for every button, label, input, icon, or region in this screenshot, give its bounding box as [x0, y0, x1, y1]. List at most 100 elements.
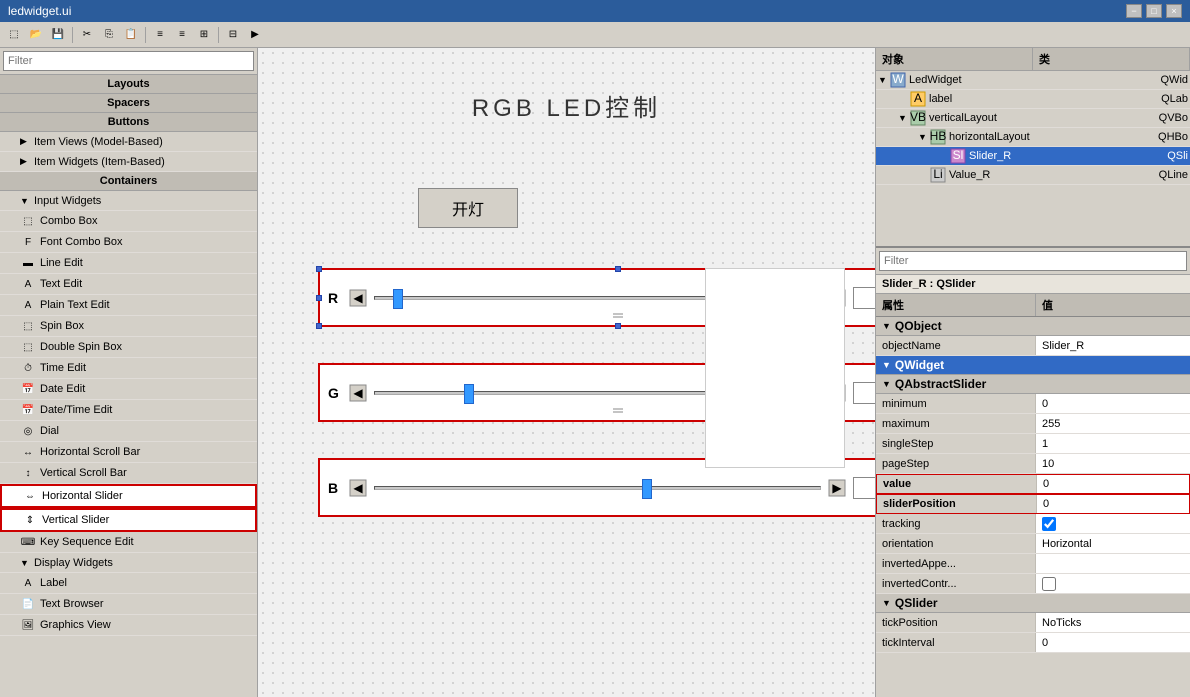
sidebar-item-font-combo-box[interactable]: F Font Combo Box — [0, 232, 257, 253]
g-slider-handle[interactable] — [464, 384, 474, 404]
g-scroll-left-icon[interactable]: ◀ — [348, 383, 368, 403]
toolbar-copy[interactable]: ⎘ — [99, 25, 119, 45]
toolbar-new[interactable]: ⬚ — [4, 25, 24, 45]
g-resize-bottom[interactable] — [611, 404, 625, 418]
tickposition-value[interactable]: NoTicks — [1036, 613, 1190, 632]
toolbar-grid[interactable]: ⊟ — [223, 25, 243, 45]
inverted-appear-value[interactable] — [1036, 554, 1190, 573]
sidebar-item-graphics-view[interactable]: 🖼 Graphics View — [0, 615, 257, 636]
toolbar-preview[interactable]: ▶ — [245, 25, 265, 45]
category-item-views[interactable]: ▶ Item Views (Model-Based) — [0, 132, 257, 152]
tracking-checkbox[interactable] — [1042, 517, 1056, 531]
orientation-value[interactable]: Horizontal — [1036, 534, 1190, 553]
sidebar-item-double-spin-box[interactable]: ⬚ Double Spin Box — [0, 337, 257, 358]
tracking-value[interactable] — [1036, 514, 1190, 533]
prop-section-qwidget[interactable]: ▼ QWidget — [876, 356, 1190, 375]
b-slider-row: B ◀ ▶ — [320, 460, 875, 515]
toolbar-cut[interactable]: ✂ — [77, 25, 97, 45]
handle-bc[interactable] — [615, 323, 621, 329]
sidebar-item-datetime-edit[interactable]: 📅 Date/Time Edit — [0, 400, 257, 421]
objectname-value[interactable]: Slider_R — [1036, 336, 1190, 355]
toolbar-align-left[interactable]: ≡ — [150, 25, 170, 45]
sidebar-item-hslider[interactable]: ⇔ Horizontal Slider — [0, 484, 257, 508]
b-value-input[interactable] — [853, 477, 875, 499]
category-layouts[interactable]: Layouts — [0, 75, 257, 94]
sidebar-item-text-browser[interactable]: 📄 Text Browser — [0, 594, 257, 615]
b-scroll-right-icon[interactable]: ▶ — [827, 478, 847, 498]
tree-item-vlayout[interactable]: ▼ VB verticalLayout QVBo — [876, 109, 1190, 128]
prop-row-value: value 0 — [876, 474, 1190, 494]
handle-tl[interactable] — [316, 266, 322, 272]
handle-bl[interactable] — [316, 323, 322, 329]
maximum-value[interactable]: 255 — [1036, 414, 1190, 433]
canvas-button[interactable]: 开灯 — [418, 188, 518, 228]
maximize-button[interactable]: □ — [1146, 4, 1162, 18]
g-value-input[interactable] — [853, 382, 875, 404]
r-resize-bottom[interactable] — [611, 309, 625, 323]
sidebar-item-plain-text-edit[interactable]: A Plain Text Edit — [0, 295, 257, 316]
b-slider-handle[interactable] — [642, 479, 652, 499]
sidebar-item-line-edit[interactable]: ▬ Line Edit — [0, 253, 257, 274]
expand-vlayout-icon[interactable]: ▼ — [898, 113, 910, 123]
toolbar-save[interactable]: 💾 — [48, 25, 68, 45]
singlestep-value[interactable]: 1 — [1036, 434, 1190, 453]
sidebar-item-vslider[interactable]: ⇕ Vertical Slider — [0, 508, 257, 532]
design-canvas[interactable]: RGB LED控制 开灯 R ◀ ▶ — [258, 48, 875, 697]
expand-hlayout-icon[interactable]: ▼ — [918, 132, 930, 142]
tree-item-value-r[interactable]: Li Value_R QLine — [876, 166, 1190, 185]
tree-item-hlayout[interactable]: ▼ HB horizontalLayout QHBo — [876, 128, 1190, 147]
widget-filter-input[interactable] — [3, 51, 254, 71]
category-input-widgets[interactable]: ▼ Input Widgets — [0, 191, 257, 211]
sidebar-item-key-seq[interactable]: ⌨ Key Sequence Edit — [0, 532, 257, 553]
sidebar-item-vscroll[interactable]: ↕ Vertical Scroll Bar — [0, 463, 257, 484]
sidebar-item-text-edit[interactable]: A Text Edit — [0, 274, 257, 295]
prop-section-qabstractslider[interactable]: ▼ QAbstractSlider — [876, 375, 1190, 394]
prop-filter-input[interactable] — [879, 251, 1187, 271]
r-slider-handle[interactable] — [393, 289, 403, 309]
toolbar-align-right[interactable]: ⊞ — [194, 25, 214, 45]
toolbar-paste[interactable]: 📋 — [121, 25, 141, 45]
sidebar-item-spin-box[interactable]: ⬚ Spin Box — [0, 316, 257, 337]
qobject-section-label: QObject — [895, 319, 942, 333]
sidebar-item-hscroll[interactable]: ↔ Horizontal Scroll Bar — [0, 442, 257, 463]
sidebar-item-combo-box[interactable]: ⬚ Combo Box — [0, 211, 257, 232]
sidebar-item-date-edit[interactable]: 📅 Date Edit — [0, 379, 257, 400]
prop-section-qslider[interactable]: ▼ QSlider — [876, 594, 1190, 613]
category-spacers[interactable]: Spacers — [0, 94, 257, 113]
minimize-button[interactable]: − — [1126, 4, 1142, 18]
category-item-widgets[interactable]: ▶ Item Widgets (Item-Based) — [0, 152, 257, 172]
tree-item-ledwidget[interactable]: ▼ W LedWidget QWid — [876, 71, 1190, 90]
b-scroll-left-icon[interactable]: ◀ — [348, 478, 368, 498]
r-scroll-left-icon[interactable]: ◀ — [348, 288, 368, 308]
expand-input-widgets-icon: ▼ — [20, 196, 32, 206]
sliderposition-value[interactable]: 0 — [1037, 495, 1189, 513]
b-slider-track[interactable] — [374, 486, 821, 490]
prop-section-qobject[interactable]: ▼ QObject — [876, 317, 1190, 336]
toolbar-open[interactable]: 📂 — [26, 25, 46, 45]
prop-row-tickposition: tickPosition NoTicks — [876, 613, 1190, 633]
qabstractslider-expand-icon: ▼ — [882, 379, 891, 389]
inverted-contr-value[interactable] — [1036, 574, 1190, 593]
value-prop-value[interactable]: 0 — [1037, 475, 1189, 493]
sidebar-item-time-edit[interactable]: ⏱ Time Edit — [0, 358, 257, 379]
expand-ledwidget-icon[interactable]: ▼ — [878, 75, 890, 85]
handle-tc[interactable] — [615, 266, 621, 272]
tree-item-label[interactable]: A label QLab — [876, 90, 1190, 109]
category-buttons[interactable]: Buttons — [0, 113, 257, 132]
tree-item-slider-r[interactable]: Sl Slider_R QSli — [876, 147, 1190, 166]
sidebar-item-label[interactable]: A Label — [0, 573, 257, 594]
r-value-input[interactable] — [853, 287, 875, 309]
vscroll-label: Vertical Scroll Bar — [40, 467, 127, 479]
category-display-widgets[interactable]: ▼ Display Widgets — [0, 553, 257, 573]
pagestep-value[interactable]: 10 — [1036, 454, 1190, 473]
toolbar-align-center[interactable]: ≡ — [172, 25, 192, 45]
inverted-contr-checkbox[interactable] — [1042, 577, 1056, 591]
handle-ml[interactable] — [316, 295, 322, 301]
prop-col-headers: 属性 值 — [876, 294, 1190, 317]
expand-display-widgets-icon: ▼ — [20, 558, 32, 568]
sidebar-item-dial[interactable]: ◎ Dial — [0, 421, 257, 442]
tickinterval-value[interactable]: 0 — [1036, 633, 1190, 652]
minimum-value[interactable]: 0 — [1036, 394, 1190, 413]
category-containers[interactable]: Containers — [0, 172, 257, 191]
close-button[interactable]: × — [1166, 4, 1182, 18]
